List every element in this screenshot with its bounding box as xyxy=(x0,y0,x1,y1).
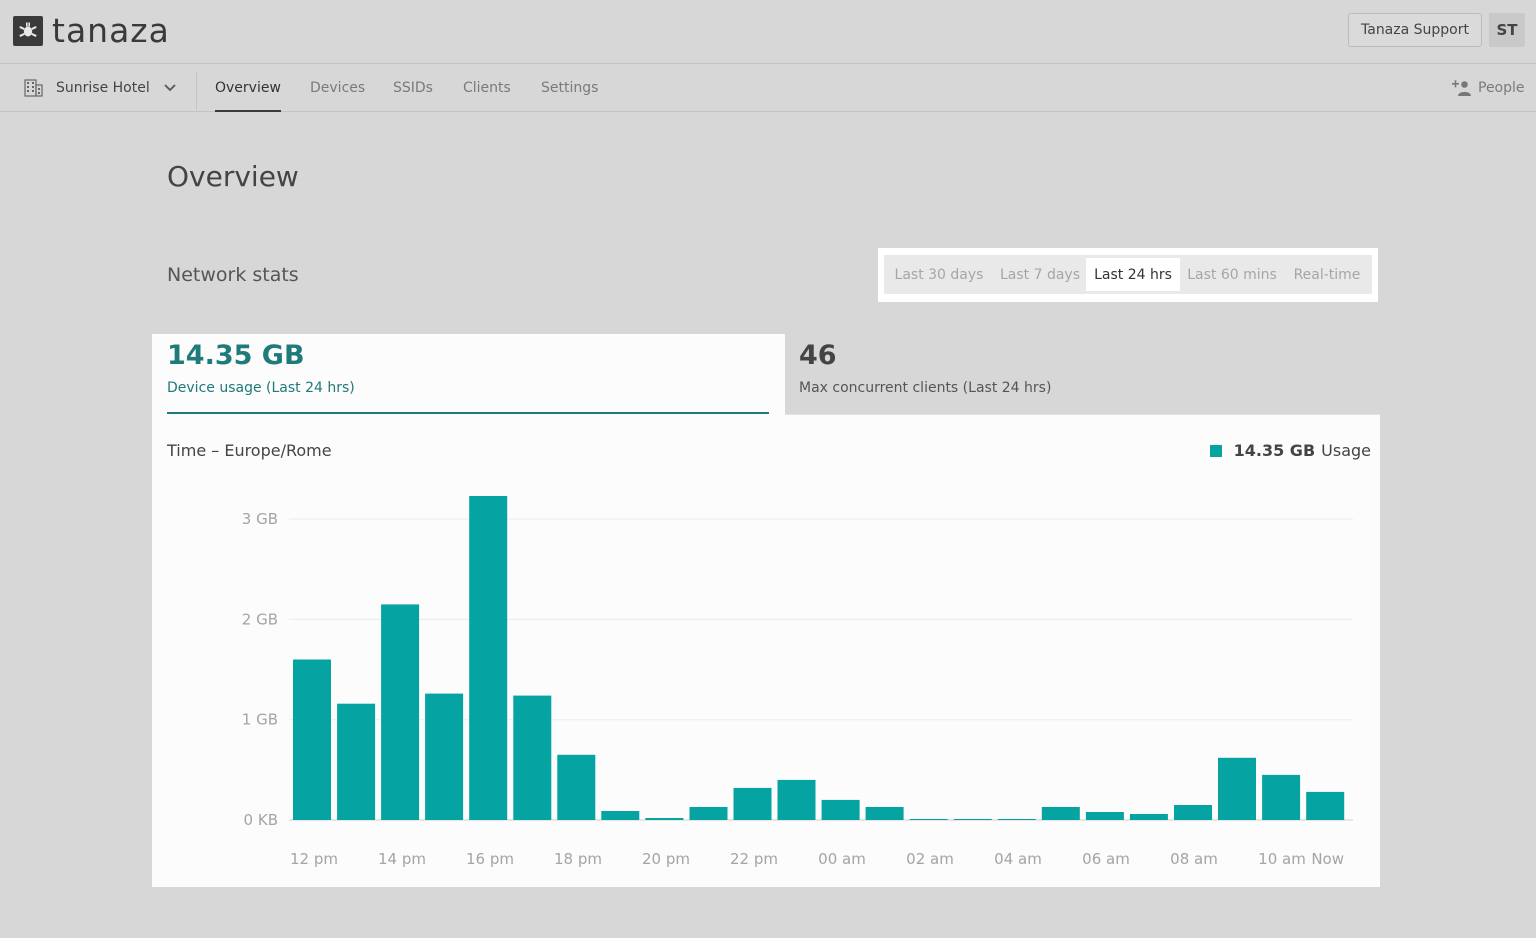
usage-bar[interactable] xyxy=(425,693,464,820)
usage-bar[interactable] xyxy=(1129,814,1168,820)
usage-bar[interactable] xyxy=(777,779,816,820)
usage-bar[interactable] xyxy=(469,496,508,820)
range-last-60-mins[interactable]: Last 60 mins xyxy=(1180,255,1284,294)
usage-bar[interactable] xyxy=(909,819,948,820)
tab-settings[interactable]: Settings xyxy=(541,64,598,111)
max-clients-value[interactable]: 46 xyxy=(799,340,837,371)
page-title: Overview xyxy=(167,160,299,193)
range-real-time[interactable]: Real-time xyxy=(1284,255,1370,294)
x-tick-label: 04 am xyxy=(994,850,1042,868)
tab-ssids[interactable]: SSIDs xyxy=(393,64,433,111)
building-icon xyxy=(24,78,43,97)
site-selector[interactable]: Sunrise Hotel xyxy=(24,64,176,111)
x-tick-label: 06 am xyxy=(1082,850,1130,868)
usage-bar[interactable] xyxy=(557,754,596,820)
usage-bar[interactable] xyxy=(513,695,552,820)
usage-bar[interactable] xyxy=(1306,791,1345,820)
y-tick-label: 2 GB xyxy=(242,610,278,628)
user-avatar[interactable]: ST xyxy=(1489,13,1525,47)
add-person-icon xyxy=(1452,79,1471,96)
range-last-30-days[interactable]: Last 30 days xyxy=(884,255,994,294)
x-tick-label: 10 am xyxy=(1258,850,1306,868)
usage-bar[interactable] xyxy=(865,807,904,820)
device-usage-card[interactable]: 14.35 GB Device usage (Last 24 hrs) xyxy=(152,334,785,415)
usage-bar[interactable] xyxy=(381,604,420,820)
tab-clients[interactable]: Clients xyxy=(463,64,511,111)
usage-bar-chart: 0 KB 1 GB 2 GB 3 GB 12 pm 14 pm 16 pm 18 pm 20 p… xyxy=(242,496,1353,868)
range-last-7-days[interactable]: Last 7 days xyxy=(994,255,1086,294)
x-tick-label: Now xyxy=(1311,850,1344,868)
site-name: Sunrise Hotel xyxy=(56,79,150,96)
people-button[interactable]: People xyxy=(1452,64,1525,111)
x-tick-label: 16 pm xyxy=(466,850,514,868)
nav-bar: Sunrise Hotel Overview Devices SSIDs Cli… xyxy=(0,64,1536,112)
active-card-underline xyxy=(167,412,769,414)
usage-bar[interactable] xyxy=(821,799,860,820)
y-tick-label: 1 GB xyxy=(242,711,278,729)
max-clients-label[interactable]: Max concurrent clients (Last 24 hrs) xyxy=(799,380,1051,396)
usage-bar[interactable] xyxy=(1174,805,1212,820)
usage-bar[interactable] xyxy=(645,818,684,820)
tab-overview[interactable]: Overview xyxy=(215,64,281,112)
tanaza-logo-mark-icon xyxy=(13,16,43,46)
x-tick-label: 08 am xyxy=(1170,850,1218,868)
usage-bar[interactable] xyxy=(1041,807,1080,820)
usage-bar[interactable] xyxy=(689,807,728,820)
usage-bar[interactable] xyxy=(733,787,772,820)
device-usage-value: 14.35 GB xyxy=(167,340,305,371)
time-range-selector: Last 30 days Last 7 days Last 24 hrs Las… xyxy=(878,248,1378,302)
x-tick-label: 18 pm xyxy=(554,850,602,868)
usage-bar[interactable] xyxy=(1262,774,1301,820)
y-tick-label: 3 GB xyxy=(242,510,278,528)
x-tick-label: 20 pm xyxy=(642,850,690,868)
usage-bar[interactable] xyxy=(601,811,640,820)
range-last-24-hrs[interactable]: Last 24 hrs xyxy=(1086,258,1180,291)
time-range-track: Last 30 days Last 7 days Last 24 hrs Las… xyxy=(884,255,1372,294)
usage-bar[interactable] xyxy=(337,703,376,820)
usage-bar[interactable] xyxy=(293,659,331,821)
usage-bar[interactable] xyxy=(1218,757,1256,820)
brand-name: tanaza xyxy=(52,11,170,50)
y-tick-label: 0 KB xyxy=(244,811,278,829)
x-tick-label: 00 am xyxy=(818,850,866,868)
nav-divider xyxy=(196,72,197,110)
device-usage-label: Device usage (Last 24 hrs) xyxy=(167,380,355,396)
chevron-down-icon xyxy=(164,83,176,91)
x-tick-label: 14 pm xyxy=(378,850,426,868)
tanaza-logo[interactable]: tanaza xyxy=(13,11,170,50)
people-label: People xyxy=(1478,79,1525,96)
tab-devices[interactable]: Devices xyxy=(310,64,365,111)
x-tick-label: 02 am xyxy=(906,850,954,868)
x-tick-label: 22 pm xyxy=(730,850,778,868)
x-tick-label: 12 pm xyxy=(290,850,338,868)
usage-bar[interactable] xyxy=(997,819,1036,820)
usage-chart-card: Time – Europe/Rome 14.35 GB Usage 0 KB 1 … xyxy=(152,414,1380,887)
usage-bar[interactable] xyxy=(1085,812,1124,820)
top-bar: tanaza Tanaza Support ST xyxy=(0,0,1536,64)
usage-bar[interactable] xyxy=(953,819,992,820)
section-title: Network stats xyxy=(167,264,299,286)
tanaza-support-button[interactable]: Tanaza Support xyxy=(1348,13,1482,47)
